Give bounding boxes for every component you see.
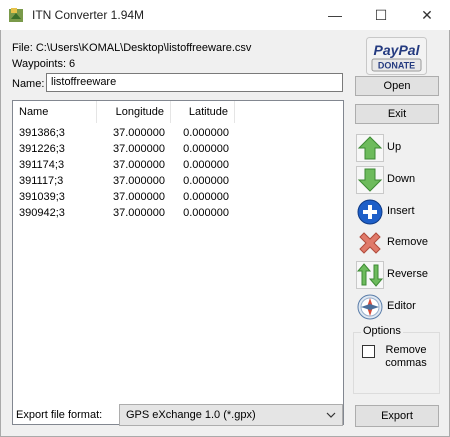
options-legend: Options xyxy=(361,325,403,337)
maximize-button[interactable]: ☐ xyxy=(358,0,404,30)
cell-name: 391039;3 xyxy=(19,191,65,203)
x-icon xyxy=(359,232,381,254)
cell-longitude: 37.000000 xyxy=(113,191,165,203)
cell-latitude: 0.000000 xyxy=(183,143,229,155)
remove-commas-label-line2: commas xyxy=(385,357,427,369)
reverse-button[interactable]: Reverse xyxy=(356,261,446,289)
insert-label: Insert xyxy=(387,205,415,217)
remove-commas-checkbox[interactable] xyxy=(362,345,375,358)
down-label: Down xyxy=(387,173,416,185)
paypal-donate-button[interactable]: PayPal DONATE xyxy=(366,37,427,75)
title-bar: ITN Converter 1.94M — ☐ ✕ xyxy=(0,0,450,30)
editor-button[interactable]: Editor xyxy=(356,293,446,321)
close-button[interactable]: ✕ xyxy=(404,0,450,30)
app-icon xyxy=(9,8,23,22)
table-row[interactable]: 391039;3 37.000000 0.000000 xyxy=(13,189,235,205)
minimize-button[interactable]: — xyxy=(312,0,358,30)
name-input[interactable]: listoffreeware xyxy=(46,73,343,92)
waypoint-list[interactable]: Name Longitude Latitude 391386;3 37.0000… xyxy=(12,100,344,425)
options-group: Options Remove commas xyxy=(353,325,440,394)
name-label: Name: xyxy=(12,78,45,90)
cell-latitude: 0.000000 xyxy=(183,207,229,219)
cell-longitude: 37.000000 xyxy=(113,159,165,171)
remove-commas-label[interactable]: Remove commas xyxy=(376,344,436,370)
cell-name: 391226;3 xyxy=(19,143,65,155)
export-button[interactable]: Export xyxy=(355,405,439,427)
cell-longitude: 37.000000 xyxy=(113,143,165,155)
exit-button[interactable]: Exit xyxy=(355,104,439,124)
open-button[interactable]: Open xyxy=(355,76,439,96)
file-path-label: File: C:\Users\KOMAL\Desktop\listoffreew… xyxy=(12,42,252,54)
window-title: ITN Converter 1.94M xyxy=(32,8,145,22)
plus-icon xyxy=(357,199,383,225)
export-format-select[interactable]: GPS eXchange 1.0 (*.gpx) xyxy=(119,404,343,426)
remove-label: Remove xyxy=(387,236,428,248)
up-button[interactable]: Up xyxy=(356,134,446,162)
reverse-icon xyxy=(356,261,384,289)
reverse-label: Reverse xyxy=(387,268,428,280)
chevron-down-icon xyxy=(326,412,336,418)
editor-label: Editor xyxy=(387,300,416,312)
paypal-logo-text: PayPal xyxy=(374,42,421,58)
column-header-name[interactable]: Name xyxy=(13,101,97,123)
cell-latitude: 0.000000 xyxy=(183,127,229,139)
arrow-down-icon xyxy=(356,166,384,194)
cell-latitude: 0.000000 xyxy=(183,159,229,171)
table-row[interactable]: 390942;3 37.000000 0.000000 xyxy=(13,205,235,221)
donate-label: DONATE xyxy=(378,61,415,71)
cell-latitude: 0.000000 xyxy=(183,175,229,187)
cell-longitude: 37.000000 xyxy=(113,207,165,219)
cell-longitude: 37.000000 xyxy=(113,127,165,139)
cell-name: 390942;3 xyxy=(19,207,65,219)
list-header: Name Longitude Latitude xyxy=(13,101,343,123)
cell-name: 391174;3 xyxy=(19,159,65,171)
table-row[interactable]: 391174;3 37.000000 0.000000 xyxy=(13,157,235,173)
table-row[interactable]: 391386;3 37.000000 0.000000 xyxy=(13,125,235,141)
table-row[interactable]: 391226;3 37.000000 0.000000 xyxy=(13,141,235,157)
down-button[interactable]: Down xyxy=(356,166,446,194)
column-header-longitude[interactable]: Longitude xyxy=(97,101,171,123)
compass-icon xyxy=(357,294,383,320)
table-row[interactable]: 391117;3 37.000000 0.000000 xyxy=(13,173,235,189)
insert-button[interactable]: Insert xyxy=(356,198,446,226)
column-header-latitude[interactable]: Latitude xyxy=(171,101,235,123)
cell-name: 391117;3 xyxy=(19,175,64,187)
export-format-label: Export file format: xyxy=(16,409,103,421)
remove-commas-label-line1: Remove xyxy=(385,344,427,356)
arrow-up-icon xyxy=(356,134,384,162)
up-label: Up xyxy=(387,141,402,153)
export-format-value: GPS eXchange 1.0 (*.gpx) xyxy=(126,409,256,421)
cell-longitude: 37.000000 xyxy=(113,175,165,187)
cell-name: 391386;3 xyxy=(19,127,65,139)
waypoints-count-label: Waypoints: 6 xyxy=(12,58,76,70)
main-window: File: C:\Users\KOMAL\Desktop\listoffreew… xyxy=(0,30,450,437)
remove-button[interactable]: Remove xyxy=(356,229,446,257)
cell-latitude: 0.000000 xyxy=(183,191,229,203)
